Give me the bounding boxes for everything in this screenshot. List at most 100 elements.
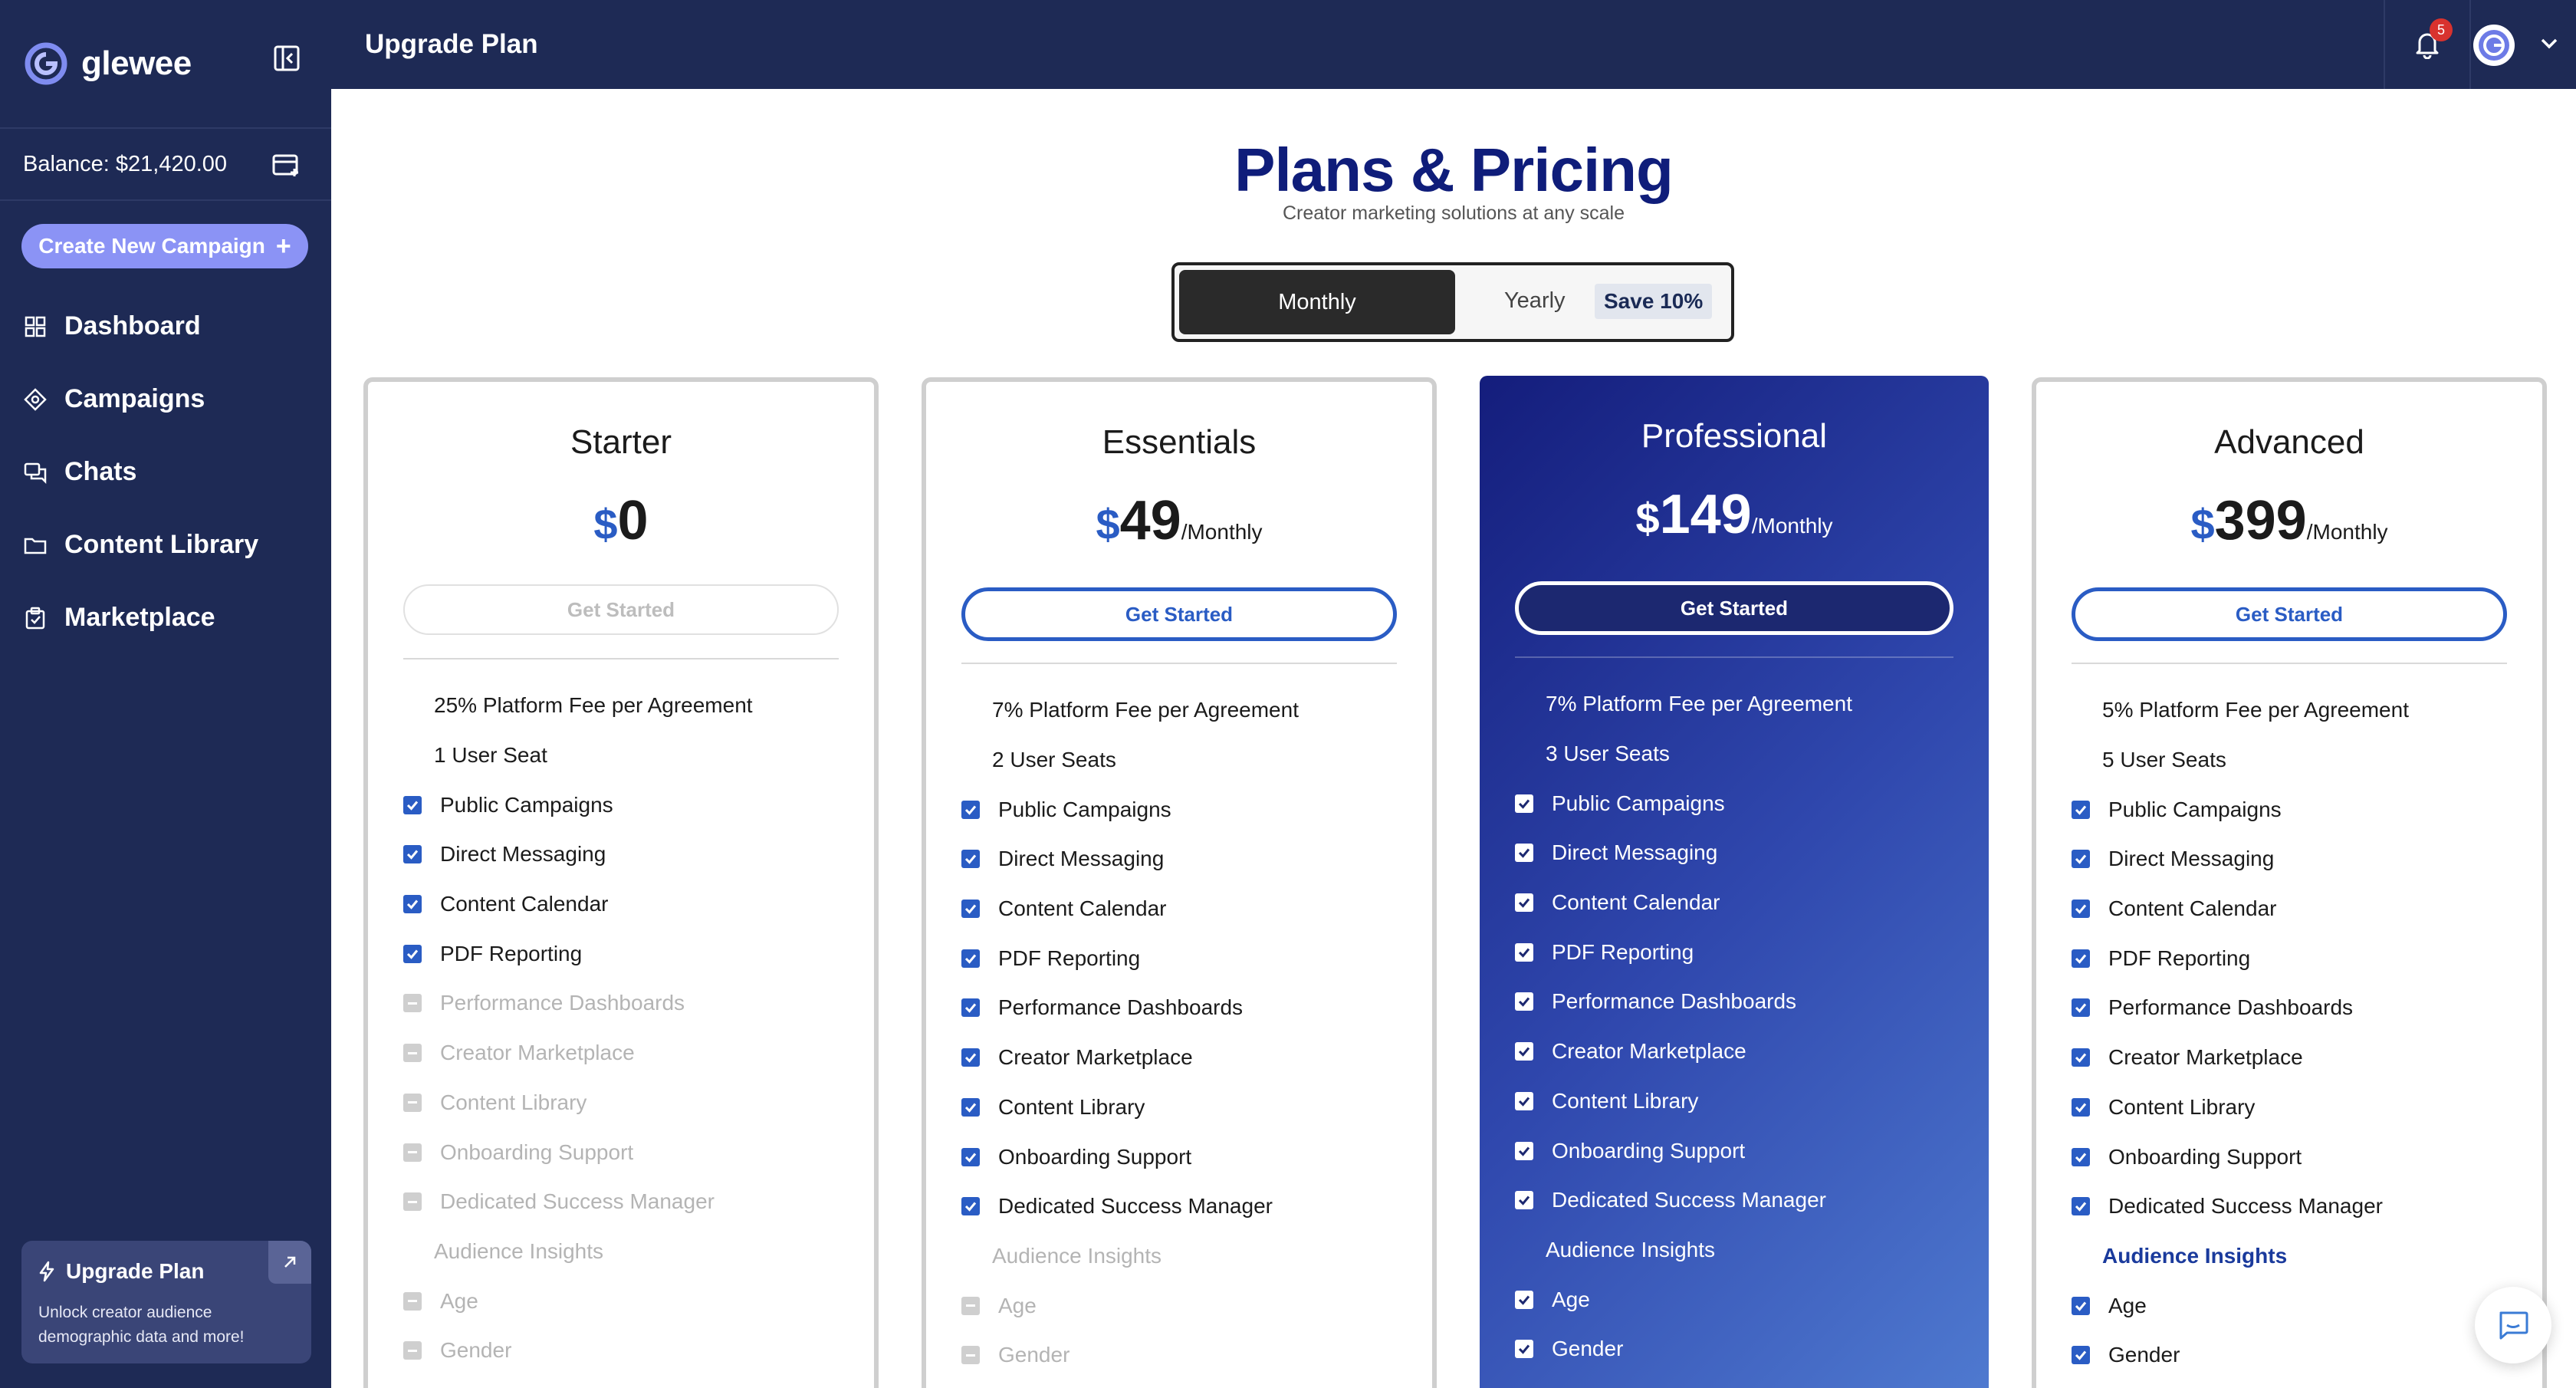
plan-name: Essentials: [1102, 423, 1257, 461]
feature-label: Performance Dashboards: [998, 995, 1244, 1020]
feature-item: Creator Marketplace: [961, 1033, 1417, 1083]
feature-label: Content Calendar: [2108, 896, 2277, 921]
feature-indicator: [1515, 992, 1552, 1011]
get-started-button-starter[interactable]: Get Started: [403, 584, 839, 635]
collapse-sidebar-icon[interactable]: [271, 43, 302, 74]
feature-label: Content Calendar: [1552, 890, 1720, 915]
sidebar-item-content-library[interactable]: Content Library: [0, 508, 331, 581]
feature-item[interactable]: Audience Insights: [2072, 1232, 2527, 1281]
open-upgrade-button[interactable]: [268, 1241, 311, 1284]
feature-item: Dedicated Success Manager: [1515, 1176, 1973, 1225]
unavailable-icon: [961, 1296, 980, 1315]
checkmark-icon: [961, 998, 980, 1018]
topbar: Upgrade Plan 5: [331, 0, 2576, 89]
feature-label: Gender: [998, 1343, 1070, 1367]
plan-card-advanced: Advanced $399/Monthly Get Started 5% Platfo…: [2032, 377, 2547, 1388]
feature-indicator: [1515, 794, 1552, 813]
feature-label: Creator Marketplace: [2108, 1045, 2303, 1070]
get-started-button-advanced[interactable]: Get Started: [2072, 587, 2507, 641]
billing-monthly-option[interactable]: Monthly: [1179, 270, 1455, 334]
feature-item: Gender: [1515, 1324, 1973, 1374]
feature-indicator: [961, 1097, 998, 1117]
avatar[interactable]: [2473, 25, 2515, 66]
feature-item: Performance Dashboards: [961, 983, 1417, 1033]
plan-divider: [2072, 663, 2507, 664]
checkmark-icon: [2072, 1197, 2090, 1216]
feature-item: 5% Platform Fee per Agreement: [2072, 686, 2527, 735]
feature-indicator: [961, 949, 998, 968]
upgrade-plan-card[interactable]: Upgrade Plan Unlock creator audience dem…: [21, 1241, 311, 1363]
feature-item: Content Calendar: [2072, 884, 2527, 934]
feature-indicator: [2072, 1296, 2108, 1315]
feature-list: 25% Platform Fee per Agreement 1 User Sea…: [403, 681, 859, 1376]
feature-item: Creator Marketplace: [1515, 1027, 1973, 1077]
sidebar-item-chats[interactable]: Chats: [0, 436, 331, 508]
upgrade-desc-line: demographic data and more!: [38, 1328, 245, 1346]
feature-item: PDF Reporting: [961, 933, 1417, 983]
feature-label: Public Campaigns: [440, 792, 613, 817]
feature-label: Audience Insights: [1546, 1237, 1716, 1261]
feature-indicator: [961, 1197, 998, 1216]
plan-currency: $: [1096, 500, 1120, 548]
get-started-button-essentials[interactable]: Get Started: [961, 587, 1397, 641]
glewee-logo-icon[interactable]: [23, 41, 69, 87]
feature-item: Dedicated Success Manager: [961, 1182, 1417, 1232]
feature-label: Performance Dashboards: [2108, 995, 2354, 1020]
feature-item: Content Library: [403, 1078, 859, 1128]
checkmark-icon: [1515, 1091, 1533, 1110]
checkmark-icon: [1515, 1290, 1533, 1309]
sidebar: glewee Balance: $21,420.00 Create New Ca…: [0, 0, 331, 1388]
feature-label: 3 User Seats: [1546, 742, 1670, 766]
plan-currency: $: [593, 500, 618, 548]
feature-label: Age: [998, 1293, 1037, 1317]
checkmark-icon: [961, 850, 980, 869]
feature-item: Public Campaigns: [2072, 784, 2527, 834]
feature-item: Age: [2072, 1281, 2527, 1330]
feature-label: 1 User Seat: [434, 743, 547, 768]
feature-item: Age: [1515, 1275, 1973, 1324]
feature-label: Onboarding Support: [440, 1140, 634, 1164]
credit-card-icon[interactable]: [271, 153, 302, 178]
chat-support-button[interactable]: [2475, 1287, 2551, 1363]
feature-item: Content Calendar: [961, 884, 1417, 934]
sidebar-item-label: Chats: [64, 457, 137, 486]
feature-label: Content Library: [998, 1094, 1145, 1119]
feature-indicator: [1515, 844, 1552, 863]
unavailable-icon: [961, 1346, 980, 1365]
feature-label: Creator Marketplace: [998, 1045, 1193, 1070]
create-campaign-button[interactable]: Create New Campaign +: [21, 224, 308, 268]
checkmark-icon: [2072, 998, 2090, 1018]
feature-item: PDF Reporting: [2072, 933, 2527, 983]
unavailable-icon: [403, 1143, 422, 1162]
unavailable-icon: [403, 1093, 422, 1112]
feature-indicator: [1515, 1091, 1552, 1110]
plan-amount: 49: [1119, 490, 1181, 551]
plan-card-starter: Starter $0 Get Started 25% Platform Fee per…: [363, 377, 879, 1388]
feature-label: 5% Platform Fee per Agreement: [2102, 698, 2409, 722]
notification-count-badge: 5: [2430, 18, 2453, 41]
chevron-down-icon[interactable]: [2539, 35, 2559, 51]
billing-yearly-option[interactable]: Yearly: [1504, 288, 1566, 314]
unavailable-icon: [403, 1341, 422, 1360]
checkmark-icon: [1515, 942, 1533, 962]
sidebar-item-dashboard[interactable]: Dashboard: [0, 290, 331, 363]
plan-period: /Monthly: [1751, 514, 1833, 538]
feature-indicator: [2072, 1197, 2108, 1216]
sidebar-item-marketplace[interactable]: Marketplace: [0, 581, 331, 654]
notifications-button[interactable]: 5: [2384, 0, 2471, 89]
brand-name: glewee: [81, 44, 192, 82]
feature-label: Public Campaigns: [2108, 797, 2282, 821]
feature-item: 5 User Seats: [2072, 735, 2527, 785]
lightning-icon: [39, 1261, 54, 1282]
get-started-button-professional[interactable]: Get Started: [1515, 581, 1953, 635]
unavailable-icon: [403, 994, 422, 1013]
checkmark-icon: [403, 895, 422, 914]
checkmark-icon: [961, 1147, 980, 1166]
feature-indicator: [2072, 1346, 2108, 1365]
sidebar-item-campaigns[interactable]: Campaigns: [0, 363, 331, 436]
plan-currency: $: [1635, 494, 1660, 542]
feature-label: PDF Reporting: [998, 946, 1141, 970]
checkmark-icon: [2072, 900, 2090, 919]
feature-label: Audience Insights: [434, 1238, 604, 1263]
feature-label: 5 User Seats: [2102, 748, 2226, 772]
